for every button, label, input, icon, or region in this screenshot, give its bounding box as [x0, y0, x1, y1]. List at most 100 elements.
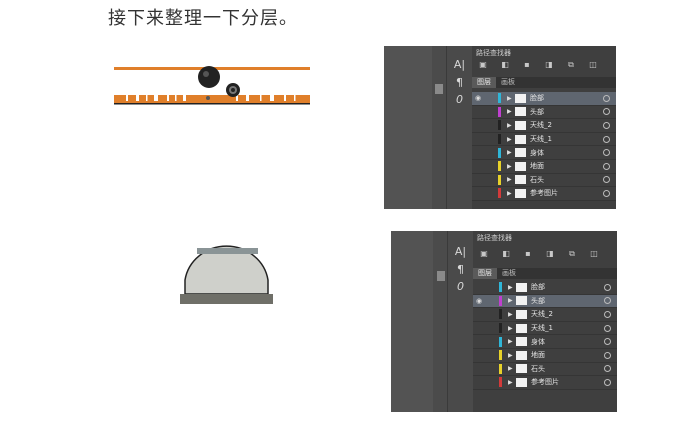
- tool-strip: A| ¶ 0: [446, 46, 473, 209]
- layer-row[interactable]: ◉ ▶ 脸部: [472, 92, 616, 106]
- expand-arrow-icon[interactable]: ▶: [507, 190, 515, 197]
- target-circle-icon[interactable]: [604, 365, 611, 373]
- layer-row[interactable]: ▶ 天线_2: [472, 119, 616, 133]
- expand-arrow-icon[interactable]: ▶: [507, 95, 515, 102]
- expand-arrow-icon[interactable]: ▶: [508, 379, 516, 386]
- glyph-icon[interactable]: 0: [447, 93, 472, 106]
- tab-layers[interactable]: 图层: [472, 77, 496, 88]
- layer-color-tag: [499, 336, 502, 347]
- layer-row[interactable]: ▶ 头部: [472, 106, 616, 120]
- layer-name: 石头: [531, 364, 545, 373]
- layer-name: 天线_2: [530, 121, 552, 130]
- target-circle-icon[interactable]: [603, 149, 610, 157]
- expand-arrow-icon[interactable]: ▶: [507, 108, 515, 115]
- expand-arrow-icon[interactable]: ▶: [508, 297, 516, 304]
- layer-thumbnail: [515, 175, 526, 185]
- target-circle-icon[interactable]: [604, 338, 611, 346]
- expand-arrow-icon[interactable]: ▶: [508, 311, 516, 318]
- layer-row[interactable]: ▶ 身体: [473, 335, 617, 349]
- layer-row[interactable]: ◉ ▶ 头部: [473, 294, 617, 309]
- layer-row[interactable]: ▶ 天线_1: [472, 133, 616, 147]
- tab-artboards[interactable]: 画板: [497, 268, 521, 279]
- expand-arrow-icon[interactable]: ▶: [507, 136, 515, 143]
- target-circle-icon[interactable]: [603, 121, 610, 129]
- face-artwork: [114, 66, 310, 105]
- tab-artboards[interactable]: 画板: [496, 77, 520, 88]
- path-minus-icon[interactable]: ◧: [495, 248, 517, 259]
- layer-row[interactable]: ▶ 天线_2: [473, 308, 617, 322]
- layers-panel: 路径查找器 ▣ ◧ ▪ ◨ ⧉ ◫ 图层 画板 ◉ ▶ 脸部 ▶ 头部 ▶ 天线_2 ▶ 天线_…: [472, 46, 616, 209]
- paragraph-icon[interactable]: ¶: [448, 263, 473, 276]
- layer-name: 天线_1: [530, 135, 552, 144]
- layer-name: 头部: [530, 107, 544, 116]
- layer-name: 身体: [530, 148, 544, 157]
- layer-color-tag: [499, 350, 502, 361]
- canvas-area: [384, 46, 432, 209]
- target-circle-icon[interactable]: [604, 297, 611, 305]
- dome-band: [197, 248, 258, 254]
- expand-arrow-icon[interactable]: ▶: [508, 338, 516, 345]
- character-icon[interactable]: A|: [448, 245, 473, 258]
- expand-arrow-icon[interactable]: ▶: [507, 176, 515, 183]
- path-unite-icon[interactable]: ▣: [472, 59, 494, 70]
- layer-color-tag: [498, 188, 501, 199]
- layer-row[interactable]: ▶ 石头: [473, 363, 617, 377]
- target-circle-icon[interactable]: [603, 176, 610, 184]
- expand-arrow-icon[interactable]: ▶: [508, 365, 516, 372]
- character-icon[interactable]: A|: [447, 58, 472, 71]
- expand-arrow-icon[interactable]: ▶: [507, 149, 515, 156]
- layer-thumbnail: [515, 188, 526, 198]
- path-unite-icon[interactable]: ▣: [473, 248, 495, 259]
- ground-line: [114, 103, 310, 105]
- paragraph-icon[interactable]: ¶: [447, 76, 472, 89]
- pathfinder-toolbar: ▣ ◧ ▪ ◨ ⧉ ◫: [472, 59, 616, 70]
- glyph-icon[interactable]: 0: [448, 280, 473, 293]
- target-circle-icon[interactable]: [603, 108, 610, 116]
- layer-row[interactable]: ▶ 脸部: [473, 281, 617, 295]
- target-circle-icon[interactable]: [604, 283, 611, 291]
- expand-arrow-icon[interactable]: ▶: [508, 284, 516, 291]
- target-circle-icon[interactable]: [603, 94, 610, 102]
- layer-row[interactable]: ▶ 地面: [472, 160, 616, 174]
- path-divide-icon[interactable]: ⧉: [561, 248, 583, 259]
- scrollbar-thumb[interactable]: [437, 271, 445, 281]
- target-circle-icon[interactable]: [604, 351, 611, 359]
- head-artwork: [180, 245, 273, 304]
- layer-color-tag: [498, 134, 501, 145]
- path-intersect-icon[interactable]: ▪: [516, 59, 538, 70]
- path-exclude-icon[interactable]: ◨: [538, 59, 560, 70]
- path-exclude-icon[interactable]: ◨: [539, 248, 561, 259]
- layer-row[interactable]: ▶ 地面: [473, 349, 617, 363]
- scrollbar-thumb[interactable]: [435, 84, 443, 94]
- layer-thumbnail: [516, 350, 527, 360]
- pathfinder-toolbar: ▣ ◧ ▪ ◨ ⧉ ◫: [473, 248, 617, 259]
- layer-row[interactable]: ▶ 天线_1: [473, 322, 617, 336]
- expand-arrow-icon[interactable]: ▶: [508, 352, 516, 359]
- layer-thumbnail: [516, 282, 527, 292]
- expand-arrow-icon[interactable]: ▶: [508, 325, 516, 332]
- expand-arrow-icon[interactable]: ▶: [507, 122, 515, 129]
- target-circle-icon[interactable]: [604, 310, 611, 318]
- path-minus-icon[interactable]: ◧: [494, 59, 516, 70]
- target-circle-icon[interactable]: [603, 135, 610, 143]
- layer-row[interactable]: ▶ 参考图片: [473, 376, 617, 390]
- target-circle-icon[interactable]: [603, 189, 610, 197]
- path-divide-icon[interactable]: ⧉: [560, 59, 582, 70]
- layer-row[interactable]: ▶ 参考图片: [472, 187, 616, 201]
- eye-icon[interactable]: ◉: [473, 297, 485, 305]
- path-trim-icon[interactable]: ◫: [582, 59, 604, 70]
- layer-name: 地面: [531, 351, 545, 360]
- layer-color-tag: [499, 309, 502, 320]
- layer-thumbnail: [515, 148, 526, 158]
- eye-icon[interactable]: ◉: [472, 94, 484, 102]
- path-intersect-icon[interactable]: ▪: [517, 248, 539, 259]
- target-circle-icon[interactable]: [603, 162, 610, 170]
- tab-layers[interactable]: 图层: [473, 268, 497, 279]
- target-circle-icon[interactable]: [604, 378, 611, 386]
- layer-row[interactable]: ▶ 身体: [472, 146, 616, 160]
- expand-arrow-icon[interactable]: ▶: [507, 163, 515, 170]
- layer-row[interactable]: ▶ 石头: [472, 174, 616, 188]
- target-circle-icon[interactable]: [604, 324, 611, 332]
- path-trim-icon[interactable]: ◫: [583, 248, 605, 259]
- layer-thumbnail: [515, 93, 526, 103]
